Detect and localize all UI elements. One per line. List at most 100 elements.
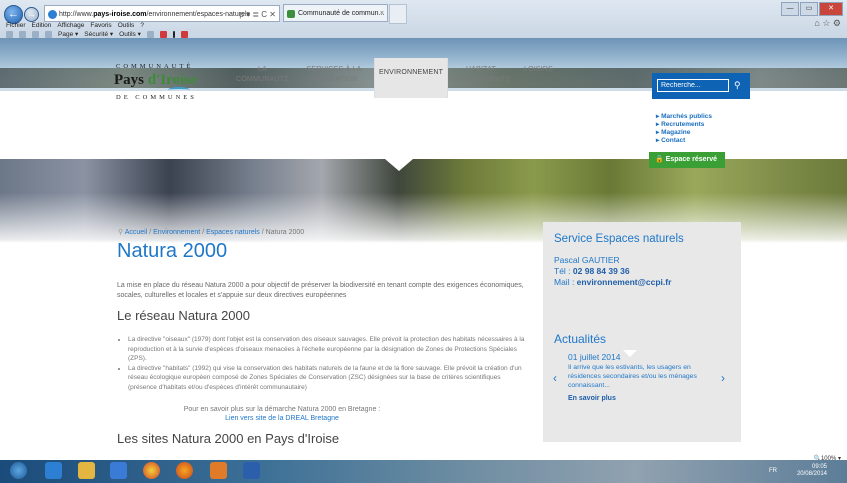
nav-label-2: COMMUNAUTÉ	[236, 76, 289, 83]
logo-accent: d'Iroise	[147, 72, 197, 88]
window-controls: — ▭ ✕	[781, 2, 843, 16]
nav-notch	[385, 159, 413, 171]
mail-value[interactable]: environnement@ccpi.fr	[577, 277, 672, 287]
nav-label-1: LOISIRS	[524, 66, 554, 73]
word-taskbar-icon[interactable]	[243, 462, 260, 479]
menu-favoris[interactable]: Favoris	[90, 22, 111, 29]
quick-link-recrutements[interactable]: Recrutements	[656, 121, 712, 129]
list-item: La directive "habitats" (1992) qui vise …	[128, 364, 528, 393]
outlook-taskbar-icon[interactable]	[210, 462, 227, 479]
news-title: Actualités	[554, 332, 607, 346]
sidebar-title: Service Espaces naturels	[554, 233, 684, 245]
browser-tab-active[interactable]: Communauté de commun... ×	[283, 4, 388, 22]
tab-title: Communauté de commun...	[298, 10, 385, 17]
breadcrumb-espaces[interactable]: Espaces naturels	[206, 229, 260, 236]
menu-edition[interactable]: Edition	[32, 22, 52, 29]
service-sidebar: Service Espaces naturels Pascal GAUTIER …	[543, 222, 741, 442]
news-date: 01 juillet 2014	[568, 352, 621, 362]
command-bar: Page ▾ Sécurité ▾ Outils ▾	[6, 30, 188, 38]
breadcrumb: ⚲ Accueil / Environnement / Espaces natu…	[118, 228, 304, 236]
nav-services[interactable]: SERVICES À LA POPULATION	[300, 65, 368, 85]
breadcrumb-environnement[interactable]: Environnement	[153, 229, 200, 236]
ie-taskbar-icon[interactable]	[45, 462, 62, 479]
nav-habitat[interactable]: HABITAT DÉPLACEMENTS	[446, 65, 516, 85]
phone-value[interactable]: 02 98 84 39 36	[573, 266, 630, 276]
contact-name: Pascal GAUTIER	[554, 255, 620, 265]
feeds-icon[interactable]	[19, 30, 26, 38]
url-prefix: http://www.	[59, 11, 94, 18]
location-pin-icon: ⚲	[118, 229, 124, 236]
close-window-button[interactable]: ✕	[819, 2, 843, 16]
back-icon: ←	[8, 8, 19, 20]
nav-label-1: ENVIRONNEMENT	[379, 69, 444, 76]
browser-chrome: ← → http://www.pays-iroise.com/environne…	[0, 0, 847, 38]
menu-help[interactable]: ?	[140, 22, 144, 29]
breadcrumb-home[interactable]: Accueil	[125, 229, 148, 236]
securite-menu[interactable]: Sécurité ▾	[84, 30, 113, 38]
start-button[interactable]	[10, 462, 27, 479]
espace-reserve-button[interactable]: 🔒 Espace réservé	[649, 152, 725, 168]
tray-time: 09:05	[811, 464, 827, 470]
news-more-link[interactable]: En savoir plus	[568, 395, 616, 402]
news-divider-arrow	[623, 350, 637, 357]
pdf-addon-icon[interactable]	[180, 30, 188, 38]
page-menu[interactable]: Page ▾	[58, 30, 78, 38]
nav-label-2: POPULATION	[310, 76, 358, 83]
phone-label: Tél :	[554, 266, 573, 276]
breadcrumb-sep: /	[202, 229, 205, 236]
help-icon[interactable]	[146, 30, 154, 38]
logo-line3: DE COMMUNES	[116, 94, 197, 101]
breadcrumb-sep: /	[261, 229, 264, 236]
mail-icon[interactable]	[32, 30, 39, 38]
chrome-taskbar-icon[interactable]	[143, 462, 160, 479]
firefox-taskbar-icon[interactable]	[176, 462, 193, 479]
nav-label-1: SERVICES À LA	[306, 66, 362, 73]
tab-close-icon[interactable]: ×	[380, 5, 384, 21]
forward-button[interactable]: →	[24, 7, 39, 22]
list-item: La directive "oiseaux" (1979) dont l'obj…	[128, 335, 528, 364]
dreal-link[interactable]: Lien vers site de la DREAL Bretagne	[117, 414, 447, 423]
language-indicator[interactable]: FR	[769, 468, 777, 474]
maximize-button[interactable]: ▭	[800, 2, 818, 16]
carousel-next-icon[interactable]: ›	[721, 371, 725, 385]
minimize-button[interactable]: —	[781, 2, 799, 16]
breadcrumb-sep: /	[149, 229, 152, 236]
logo-line1: COMMUNAUTÉ	[116, 63, 194, 70]
nav-environnement[interactable]: ENVIRONNEMENT	[374, 58, 448, 98]
nav-label-1: HABITAT	[466, 66, 496, 73]
quick-link-magazine[interactable]: Magazine	[656, 129, 712, 137]
nav-la-communaute[interactable]: LA COMMUNAUTÉ	[235, 65, 290, 85]
nav-loisirs[interactable]: LOISIRS	[524, 65, 560, 75]
home-icon[interactable]	[6, 30, 13, 38]
quick-links: Marchés publics Recrutements Magazine Co…	[656, 113, 712, 145]
media-taskbar-icon[interactable]	[110, 462, 127, 479]
site-logo[interactable]: COMMUNAUTÉ Pays d'Iroise DE COMMUNES	[110, 63, 220, 113]
print-icon[interactable]	[45, 30, 52, 38]
new-tab-button[interactable]	[389, 4, 407, 24]
address-controls[interactable]: ρ ▾ ≣ C ✕	[239, 6, 276, 21]
section-title-reseau: Le réseau Natura 2000	[117, 308, 250, 323]
address-bar[interactable]: http://www.pays-iroise.com/environnement…	[44, 5, 280, 22]
url-path: /environnement/espaces-naturels	[146, 11, 251, 18]
search-box: ⚲	[652, 73, 750, 99]
explorer-taskbar-icon[interactable]	[78, 462, 95, 479]
home-star-gear-icons[interactable]: ⌂ ☆ ⚙	[814, 18, 841, 29]
h-addon-icon[interactable]	[172, 30, 175, 38]
menu-fichier[interactable]: Fichier	[6, 22, 26, 29]
search-icon[interactable]: ⚲	[734, 80, 744, 90]
outils-menu[interactable]: Outils ▾	[119, 30, 141, 38]
search-input[interactable]	[657, 79, 729, 92]
url-host: pays-iroise.com	[93, 11, 147, 18]
menu-outils[interactable]: Outils	[118, 22, 135, 29]
quick-link-contact[interactable]: Contact	[656, 137, 712, 145]
contact-phone: Tél : 02 98 84 39 36	[554, 266, 630, 276]
menu-affichage[interactable]: Affichage	[57, 22, 84, 29]
more-info: Pour en savoir plus sur la démarche Natu…	[117, 405, 447, 423]
tray-clock[interactable]: 09:05 20/08/2014	[797, 464, 827, 478]
mail-label: Mail :	[554, 277, 577, 287]
windows-taskbar: FR 09:05 20/08/2014	[0, 460, 847, 483]
carousel-prev-icon[interactable]: ‹	[553, 371, 557, 385]
quick-link-marches[interactable]: Marchés publics	[656, 113, 712, 121]
logo-wave-icon	[168, 87, 190, 93]
addon-icon[interactable]	[159, 30, 167, 38]
